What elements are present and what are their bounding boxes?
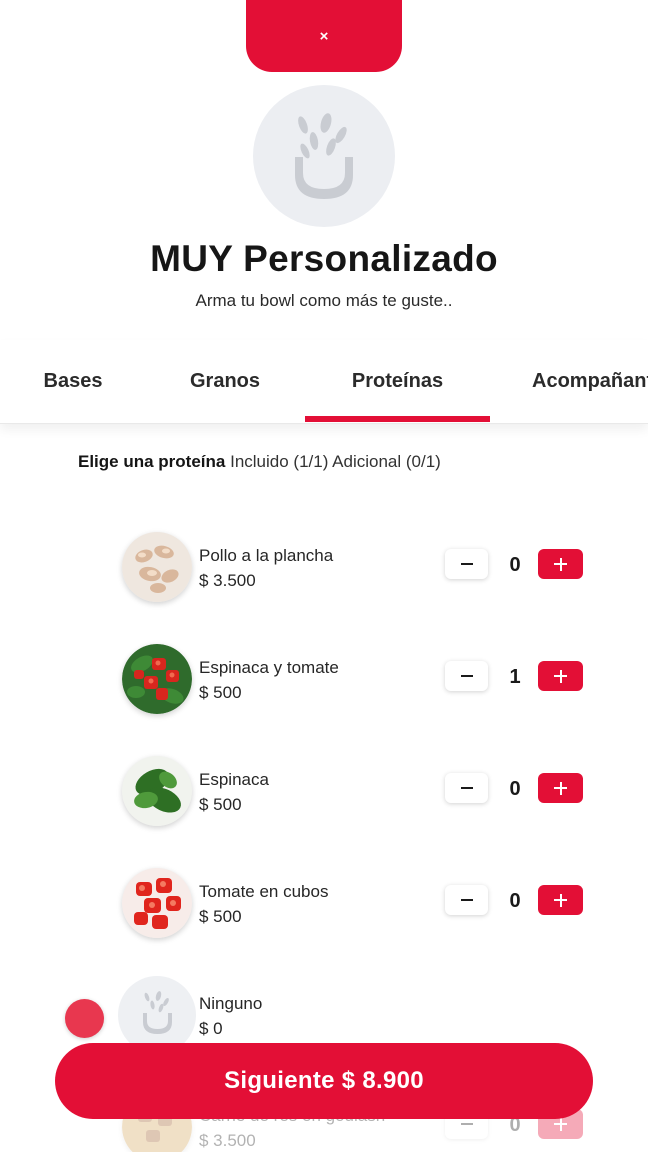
- increase-button[interactable]: [538, 661, 583, 691]
- decrease-button[interactable]: [445, 885, 488, 915]
- decrease-button[interactable]: [445, 661, 488, 691]
- list-item: Espinaca y tomate $ 500 1: [122, 644, 592, 716]
- included-count: Incluido (1/1): [230, 452, 329, 471]
- minus-icon: [460, 787, 473, 789]
- item-price: $ 500: [199, 907, 242, 926]
- tab-granos[interactable]: Granos: [166, 340, 284, 422]
- item-photo: [122, 532, 192, 602]
- increase-button[interactable]: [538, 549, 583, 579]
- plus-icon: [554, 1117, 567, 1131]
- item-price: $ 0: [199, 1019, 223, 1038]
- plus-icon: [554, 781, 567, 795]
- item-price: $ 500: [199, 683, 242, 702]
- decrease-button[interactable]: [445, 549, 488, 579]
- item-name: Tomate en cubos: [199, 882, 329, 901]
- section-heading: Elige una proteína Incluido (1/1) Adicio…: [78, 452, 441, 472]
- category-tabs: Bases Granos Proteínas Acompañantes: [0, 340, 648, 424]
- tab-proteinas[interactable]: Proteínas: [305, 340, 490, 422]
- minus-icon: [460, 675, 473, 677]
- minus-icon: [460, 563, 473, 565]
- item-price: $ 3.500: [199, 1131, 256, 1150]
- item-quantity: 0: [509, 890, 521, 912]
- item-price: $ 3.500: [199, 571, 256, 590]
- item-price: $ 500: [199, 795, 242, 814]
- bowl-logo-icon: [295, 113, 353, 199]
- item-name: Pollo a la plancha: [199, 546, 334, 565]
- plus-icon: [554, 669, 567, 683]
- close-button[interactable]: ×: [246, 0, 402, 72]
- page-title: MUY Personalizado: [150, 238, 498, 279]
- item-name: Espinaca: [199, 770, 269, 789]
- item-quantity: 1: [509, 666, 521, 688]
- tab-bases[interactable]: Bases: [22, 340, 124, 422]
- plus-icon: [554, 893, 567, 907]
- list-item: Espinaca $ 500 0: [122, 756, 592, 828]
- item-photo: [122, 868, 192, 938]
- plus-icon: [554, 557, 567, 571]
- page-subtitle: Arma tu bowl como más te guste..: [195, 291, 453, 310]
- item-photo: [122, 644, 192, 714]
- additional-count: Adicional (0/1): [332, 452, 441, 471]
- increase-button[interactable]: [538, 885, 583, 915]
- brand-logo: [253, 85, 395, 227]
- list-item: Tomate en cubos $ 500 0: [122, 868, 592, 940]
- item-name: Ninguno: [199, 994, 263, 1013]
- list-item: Ninguno $ 0: [118, 976, 588, 1054]
- item-quantity: 0: [509, 778, 521, 800]
- next-button[interactable]: Siguiente $ 8.900: [55, 1043, 593, 1119]
- increase-button[interactable]: [538, 773, 583, 803]
- item-quantity: 0: [509, 554, 521, 576]
- item-name: Espinaca y tomate: [199, 658, 339, 677]
- minus-icon: [460, 899, 473, 901]
- minus-icon: [460, 1123, 473, 1125]
- section-title: Elige una proteína: [78, 452, 226, 471]
- list-item: Pollo a la plancha $ 3.500 0: [122, 532, 592, 604]
- tab-acompanantes[interactable]: Acompañantes: [532, 340, 648, 422]
- close-icon: ×: [319, 27, 329, 45]
- item-photo: [122, 756, 192, 826]
- floating-action-dot[interactable]: [65, 999, 104, 1038]
- decrease-button[interactable]: [445, 773, 488, 803]
